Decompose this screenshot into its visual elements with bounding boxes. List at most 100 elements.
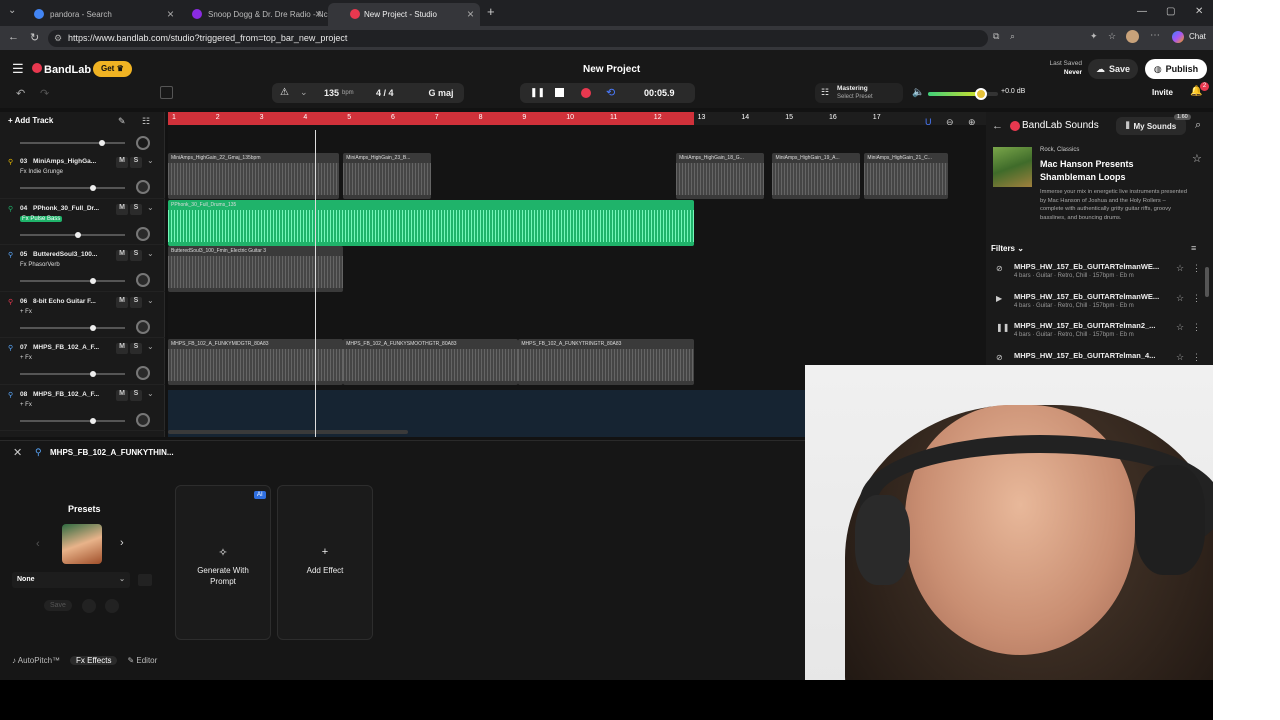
track-volume-slider[interactable] (20, 324, 125, 331)
redo-icon[interactable]: ↷ (40, 87, 49, 100)
pan-knob[interactable] (136, 136, 150, 150)
tab-effects[interactable]: Fx Effects (70, 656, 118, 665)
track-title[interactable]: 8-bit Echo Guitar F... (33, 298, 128, 305)
stop-icon[interactable] (555, 88, 564, 97)
tab-autopitch[interactable]: ♪ AutoPitch™ (12, 656, 60, 665)
solo-button[interactable]: S (130, 250, 142, 261)
horizontal-scrollbar[interactable] (168, 430, 408, 434)
record-icon[interactable] (581, 88, 591, 98)
pan-knob[interactable] (136, 412, 150, 427)
master-volume-slider[interactable] (928, 88, 998, 100)
solo-button[interactable]: S (130, 203, 142, 215)
pan-knob[interactable] (136, 273, 150, 287)
audio-clip[interactable]: MHPS_FB_102_A_FUNKYTRINGTR_80A83 (518, 339, 694, 385)
layout-toggle-icon[interactable] (160, 86, 173, 99)
slider-knob[interactable] (90, 371, 96, 377)
extensions-icon[interactable]: ✦ (1090, 31, 1098, 42)
tab-snoop[interactable]: Snoop Dogg & Dr. Dre Radio - Nc × (180, 3, 328, 26)
more-preset-icon[interactable] (105, 599, 119, 613)
mute-button[interactable]: M (116, 250, 128, 261)
fx-label[interactable]: + Fx (20, 402, 32, 408)
pan-knob[interactable] (136, 319, 150, 334)
chevron-down-icon[interactable]: ⌄ (147, 296, 154, 305)
audio-clip[interactable]: MHPS_FB_102_A_FUNKYMIDGTR_80A83 (168, 339, 344, 385)
track-volume-slider[interactable] (20, 185, 125, 191)
favorite-star-icon[interactable]: ☆ (1192, 152, 1202, 165)
publish-button[interactable]: ◍ Publish (1145, 59, 1207, 79)
generate-with-prompt-card[interactable]: AI ✧ Generate With Prompt (175, 485, 271, 640)
chevron-down-icon[interactable]: ⌄ (147, 156, 154, 165)
more-icon[interactable]: ⋯ (1150, 30, 1160, 41)
audio-clip[interactable]: MiniAmps_HighGain_23_B... (343, 153, 431, 199)
tab-new-project[interactable]: New Project - Studio × (328, 3, 480, 26)
slider-knob[interactable] (90, 417, 96, 424)
more-icon[interactable]: ⋮ (1192, 293, 1201, 304)
audio-clip[interactable]: MiniAmps_HighGain_21_C... (864, 153, 948, 199)
fx-label[interactable]: + Fx (20, 309, 32, 315)
slider-knob[interactable] (90, 324, 96, 331)
tab-editor[interactable]: ✎ Editor (127, 656, 157, 665)
track-volume-slider[interactable] (20, 417, 125, 424)
track-options-icon[interactable]: ☷ (142, 116, 150, 127)
fx-label[interactable]: + Fx (20, 355, 32, 361)
audio-clip[interactable]: MiniAmps_HighGain_18_G... (676, 153, 764, 199)
chevron-down-icon[interactable]: ⌄ (147, 249, 154, 258)
install-icon[interactable]: ⧉ (993, 31, 999, 42)
track-title[interactable]: MHPS_FB_102_A_F... (33, 391, 128, 398)
pause-icon[interactable]: ❚❚ (530, 87, 545, 98)
audio-clip[interactable]: MiniAmps_HighGain_19_A... (772, 153, 861, 199)
audio-clip[interactable]: PPhonk_30_Full_Drums_135 (168, 199, 694, 246)
site-info-icon[interactable]: ⚙ (54, 30, 62, 47)
close-panel-icon[interactable]: ✕ (13, 446, 22, 459)
search-icon[interactable]: ⌕ (1195, 119, 1201, 132)
pan-knob[interactable] (136, 366, 150, 380)
favorites-icon[interactable]: ☆ (1108, 31, 1116, 42)
menu-icon[interactable]: ☰ (12, 61, 24, 77)
solo-button[interactable]: S (130, 157, 142, 168)
track-title[interactable]: MHPS_FB_102_A_F... (33, 344, 128, 351)
next-preset-icon[interactable]: › (120, 537, 124, 549)
mute-button[interactable]: M (116, 296, 128, 308)
undo-icon[interactable]: ↶ (16, 87, 25, 100)
add-effect-card[interactable]: + Add Effect (277, 485, 373, 640)
star-icon[interactable]: ☆ (1176, 293, 1184, 304)
time-signature[interactable]: 4 / 4 (376, 88, 394, 98)
audio-clip[interactable]: ButteredSoul3_100_Fmin_Electric Guitar 3 (168, 246, 344, 292)
slider-knob[interactable] (99, 140, 105, 146)
pan-knob[interactable] (136, 180, 150, 194)
track-title[interactable]: PPhonk_30_Full_Dr... (33, 205, 128, 212)
more-icon[interactable]: ⋮ (1192, 322, 1201, 333)
mute-button[interactable]: M (116, 343, 128, 354)
preset-select[interactable]: None ⌄ (12, 572, 130, 588)
pack-cover-image[interactable] (993, 147, 1032, 187)
new-tab-icon[interactable]: + (487, 4, 495, 19)
close-icon[interactable]: × (467, 7, 474, 21)
star-icon[interactable]: ☆ (1176, 322, 1184, 333)
preset-options-icon[interactable] (138, 574, 152, 586)
pan-knob[interactable] (136, 226, 150, 241)
sound-row[interactable]: ▶ MHPS_HW_157_Eb_GUITARTelmanWE... 4 bars … (994, 292, 1204, 321)
url-input[interactable]: ⚙ https://www.bandlab.com/studio?trigger… (48, 30, 988, 47)
maximize-icon[interactable]: ▢ (1166, 6, 1175, 17)
track-volume-slider[interactable] (20, 231, 125, 238)
track-header[interactable]: ⚲ 07 MHPS_FB_102_A_F... + Fx M S ⌄ (0, 338, 165, 385)
sound-list-scrollbar[interactable] (1205, 267, 1209, 297)
back-arrow-icon[interactable]: ← (992, 120, 1003, 132)
solo-button[interactable]: S (130, 296, 142, 308)
tab-list-icon[interactable]: ⌄ (8, 5, 16, 16)
sound-row[interactable]: ❚❚ MHPS_HW_157_Eb_GUITARTelman2_... 4 bars… (994, 321, 1204, 350)
back-icon[interactable]: ← (8, 31, 19, 43)
solo-button[interactable]: S (130, 389, 142, 401)
invite-button[interactable]: Invite (1152, 88, 1173, 97)
tab-pandora[interactable]: pandora - Search × (22, 3, 180, 26)
track-header[interactable]: ⚲ 08 MHPS_FB_102_A_F... + Fx M S ⌄ (0, 385, 165, 431)
chevron-down-icon[interactable]: ⌄ (147, 203, 154, 212)
fx-label[interactable]: Fx Pulse Bass (20, 215, 63, 222)
close-icon[interactable]: × (167, 7, 174, 21)
slider-knob[interactable] (75, 231, 81, 238)
track-header[interactable]: ⚲ 06 8-bit Echo Guitar F... + Fx M S ⌄ (0, 292, 165, 338)
track-title[interactable]: ButteredSoul3_100... (33, 251, 128, 258)
sort-icon[interactable]: ≡ (1191, 243, 1196, 253)
audio-clip[interactable]: MiniAmps_HighGain_22_Gmaj_135bpm (168, 153, 339, 199)
audio-clip[interactable]: MHPS_FB_102_A_FUNKYSMOOTHGTR_80A83 (343, 339, 519, 385)
